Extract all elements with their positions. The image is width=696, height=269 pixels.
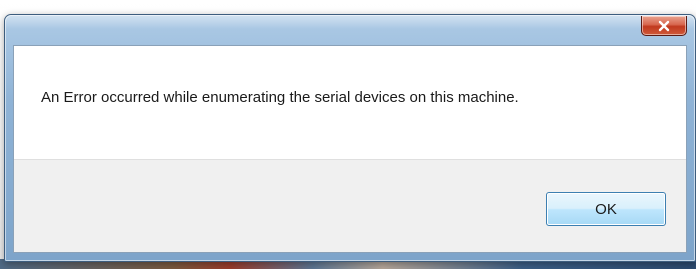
title-bar[interactable] [5,15,695,45]
close-button[interactable] [641,16,687,36]
error-message: An Error occurred while enumerating the … [41,89,519,106]
error-dialog-window: An Error occurred while enumerating the … [4,14,696,262]
button-area: OK [14,159,686,252]
close-icon [658,20,670,31]
dialog-client-area: An Error occurred while enumerating the … [13,45,687,253]
ok-button[interactable]: OK [546,192,666,226]
message-area: An Error occurred while enumerating the … [14,46,686,161]
